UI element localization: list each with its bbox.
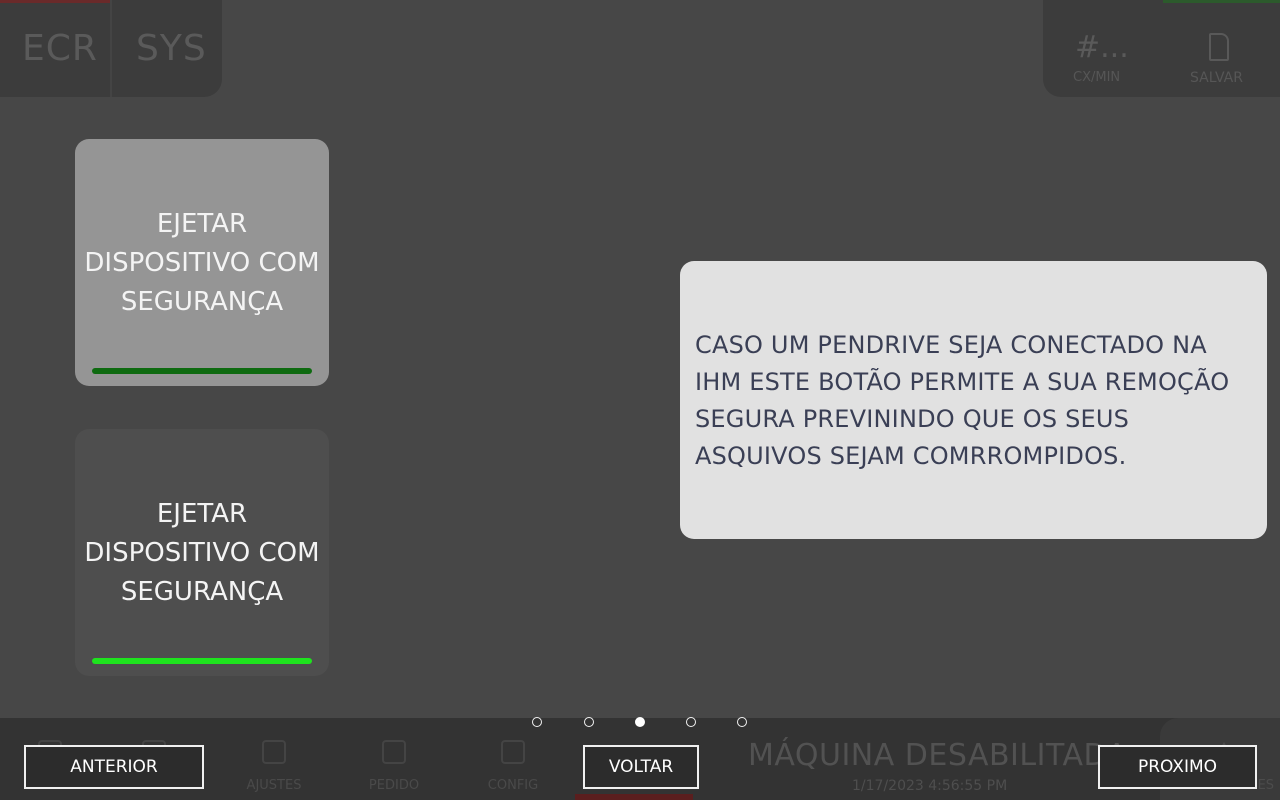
tools-icon — [501, 740, 525, 764]
top-left-tab-panel: ECR SYS — [0, 0, 222, 97]
active-nav-indicator — [575, 794, 693, 800]
page-dot-active[interactable] — [635, 717, 645, 727]
nav-item-config: CONFIG — [458, 718, 568, 800]
sd-card-icon — [1209, 33, 1229, 61]
boxes-icon — [382, 740, 406, 764]
page-dot[interactable] — [584, 717, 594, 727]
eject-button-label: EJETAR DISPOSITIVO COM SEGURANÇA — [84, 209, 320, 317]
eject-button-label: EJETAR DISPOSITIVO COM SEGURANÇA — [84, 499, 320, 607]
tutorial-description: CASO UM PENDRIVE SEJA CONECTADO NA IHM E… — [695, 331, 1230, 470]
tab-sys: SYS — [136, 28, 207, 69]
next-button[interactable]: PROXIMO — [1098, 745, 1257, 789]
eject-device-button-highlighted[interactable]: EJETAR DISPOSITIVO COM SEGURANÇA — [75, 139, 329, 386]
tab-ecr: ECR — [22, 28, 98, 69]
machine-status: MÁQUINA DESABILITADA — [748, 738, 1128, 773]
nav-label: AJUSTES — [246, 778, 302, 793]
status-indicator — [1163, 0, 1280, 3]
eject-device-button[interactable]: EJETAR DISPOSITIVO COM SEGURANÇA — [75, 429, 329, 676]
page-dot[interactable] — [532, 717, 542, 727]
button-status-bar — [92, 658, 312, 664]
back-button[interactable]: VOLTAR — [583, 745, 699, 789]
top-right-panel: #... CX/MIN SALVAR — [1043, 0, 1280, 97]
active-tab-indicator — [0, 0, 110, 3]
page-dot[interactable] — [686, 717, 696, 727]
page-dot[interactable] — [737, 717, 747, 727]
nav-item-pedido: PEDIDO — [339, 718, 449, 800]
nav-label: CONFIG — [487, 778, 539, 793]
button-status-bar — [92, 368, 312, 374]
previous-button[interactable]: ANTERIOR — [24, 745, 204, 789]
rate-label: CX/MIN — [1073, 70, 1121, 85]
nav-label: PEDIDO — [368, 778, 420, 793]
rate-value: #... — [1075, 30, 1129, 65]
status-datetime: 1/17/2023 4:56:55 PM — [852, 778, 1008, 794]
sliders-icon — [262, 740, 286, 764]
nav-item-ajustes: AJUSTES — [219, 718, 329, 800]
tutorial-description-box: CASO UM PENDRIVE SEJA CONECTADO NA IHM E… — [680, 261, 1267, 539]
save-label: SALVAR — [1190, 70, 1243, 86]
tab-divider — [110, 0, 112, 97]
